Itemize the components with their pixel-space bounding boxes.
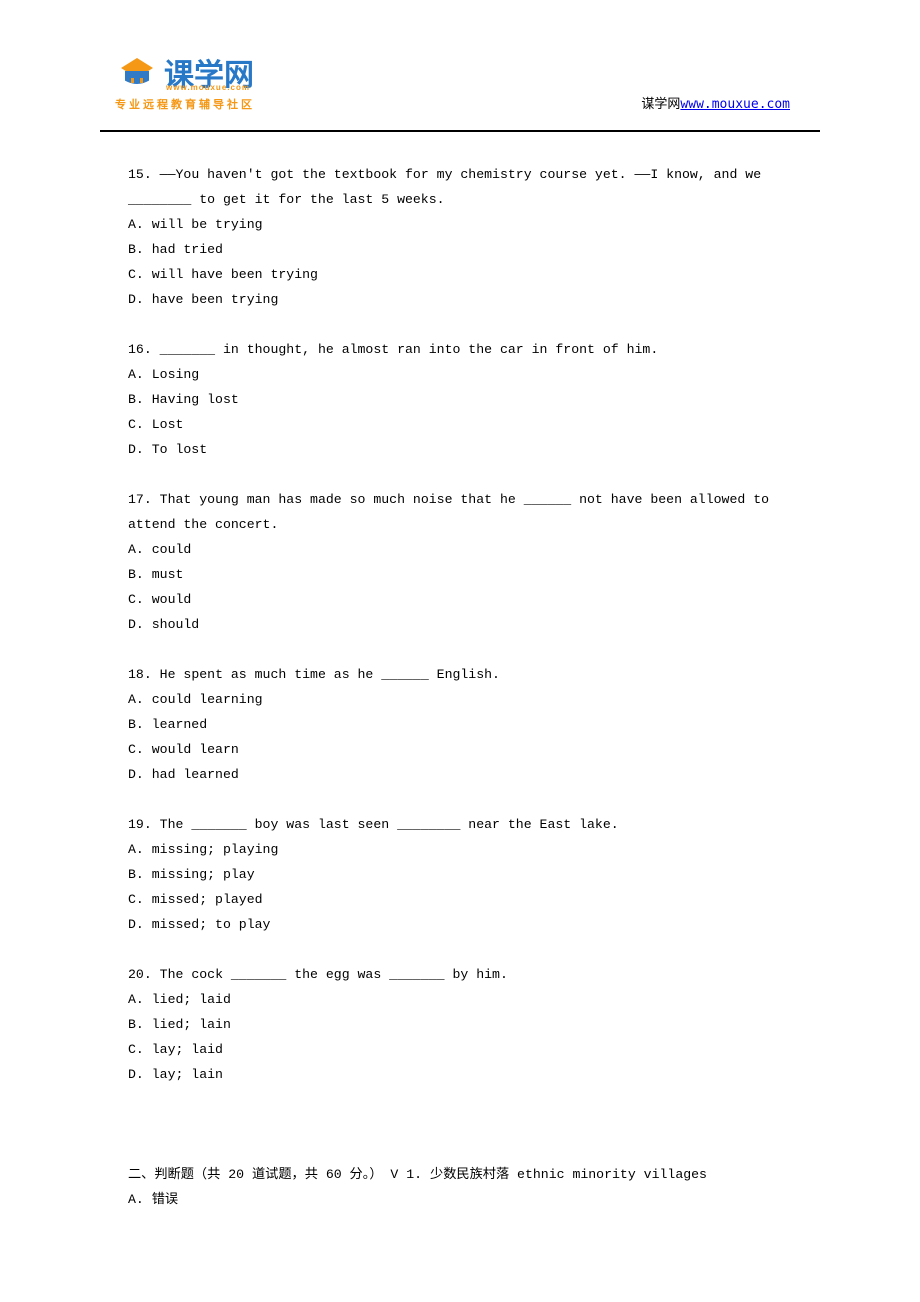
option: D. lay; lain — [128, 1062, 810, 1087]
question-text: 16. _______ in thought, he almost ran in… — [128, 337, 810, 362]
option: C. would — [128, 587, 810, 612]
option: B. lied; lain — [128, 1012, 810, 1037]
option: C. missed; played — [128, 887, 810, 912]
option: C. will have been trying — [128, 262, 810, 287]
option: A. 错误 — [128, 1187, 810, 1212]
option: D. missed; to play — [128, 912, 810, 937]
question-block: 20. The cock _______ the egg was _______… — [128, 962, 810, 1087]
option: A. will be trying — [128, 212, 810, 237]
logo-url-text: www.mouxue.com — [166, 83, 250, 92]
option: B. had tried — [128, 237, 810, 262]
question-text: 15. ——You haven't got the textbook for m… — [128, 162, 810, 212]
question-text: 19. The _______ boy was last seen ______… — [128, 812, 810, 837]
option: D. should — [128, 612, 810, 637]
header-site-link: 谋学网www.mouxue.com — [641, 93, 790, 112]
question-block: 17. That young man has made so much nois… — [128, 487, 810, 637]
logo-icon — [116, 56, 158, 88]
logo-subtitle: 专业远程教育辅导社区 — [115, 96, 255, 112]
option: A. could — [128, 537, 810, 562]
question-text: 20. The cock _______ the egg was _______… — [128, 962, 810, 987]
section-2: 二、判断题（共 20 道试题，共 60 分。） V 1. 少数民族村落 ethn… — [128, 1162, 810, 1212]
question-block: 15. ——You haven't got the textbook for m… — [128, 162, 810, 312]
option: B. missing; play — [128, 862, 810, 887]
page-header: 课学网 www.mouxue.com 专业远程教育辅导社区 谋学网www.mou… — [0, 0, 920, 120]
option: A. Losing — [128, 362, 810, 387]
question-block: 16. _______ in thought, he almost ran in… — [128, 337, 810, 462]
option: C. Lost — [128, 412, 810, 437]
section-heading: 二、判断题（共 20 道试题，共 60 分。） V 1. 少数民族村落 ethn… — [128, 1162, 810, 1187]
option: B. learned — [128, 712, 810, 737]
option: D. had learned — [128, 762, 810, 787]
question-block: 19. The _______ boy was last seen ______… — [128, 812, 810, 937]
option: C. lay; laid — [128, 1037, 810, 1062]
option: D. have been trying — [128, 287, 810, 312]
question-text: 18. He spent as much time as he ______ E… — [128, 662, 810, 687]
option: B. Having lost — [128, 387, 810, 412]
option: C. would learn — [128, 737, 810, 762]
header-link-url[interactable]: www.mouxue.com — [680, 97, 790, 112]
header-link-prefix: 谋学网 — [641, 97, 680, 112]
option: B. must — [128, 562, 810, 587]
option: A. could learning — [128, 687, 810, 712]
option: A. missing; playing — [128, 837, 810, 862]
option: D. To lost — [128, 437, 810, 462]
document-content: 15. ——You haven't got the textbook for m… — [0, 132, 920, 1252]
site-logo: 课学网 www.mouxue.com 专业远程教育辅导社区 — [115, 50, 255, 112]
logo-brand-name: 课学网 www.mouxue.com — [164, 50, 254, 94]
option: A. lied; laid — [128, 987, 810, 1012]
question-block: 18. He spent as much time as he ______ E… — [128, 662, 810, 787]
question-text: 17. That young man has made so much nois… — [128, 487, 810, 537]
